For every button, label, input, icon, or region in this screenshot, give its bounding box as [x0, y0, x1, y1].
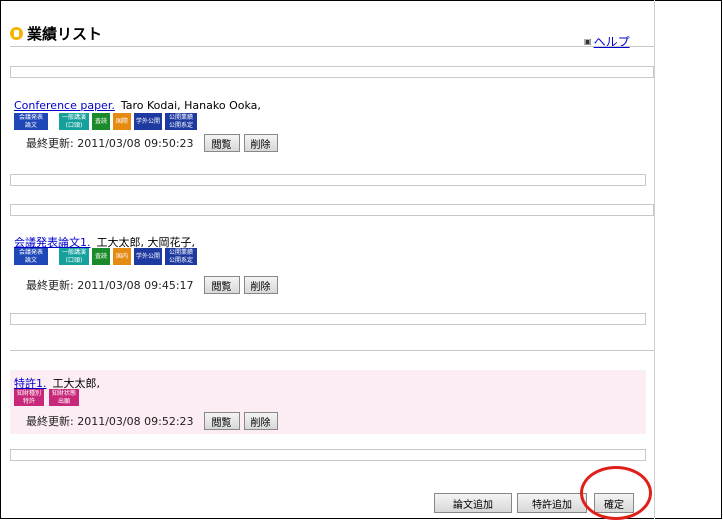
spacer-box — [10, 66, 654, 78]
badge: 公開業績 公開系定 — [165, 113, 197, 130]
updated-timestamp: 2011/03/08 09:52:23 — [77, 414, 194, 428]
view-button[interactable]: 閲覧 — [203, 412, 240, 430]
item-box — [10, 313, 646, 325]
view-button[interactable]: 閲覧 — [203, 276, 240, 294]
help-link[interactable]: ヘルプ — [594, 33, 630, 50]
header-divider — [10, 46, 654, 47]
separator-box — [10, 204, 654, 216]
help-link-container[interactable]: ▣ ヘルプ — [584, 33, 630, 50]
item-badges: 知財種別 特許 知財状態 出願 — [14, 389, 79, 406]
item-badges: 会議発表 論文 一般講演 (口頭) 査読 国際 学外公開 公開業績 公開系定 — [14, 113, 197, 130]
delete-button[interactable]: 削除 — [243, 134, 278, 152]
item-badges: 会議発表 論文 一般講演 (口頭) 査読 国内 学外公開 公開業績 公開系定 — [14, 248, 197, 265]
badge: 学外公開 — [134, 113, 162, 130]
view-button[interactable]: 閲覧 — [203, 134, 240, 152]
right-divider — [654, 0, 655, 519]
badge: 国際 — [113, 113, 131, 130]
badge: 学外公開 — [134, 248, 162, 265]
updated-timestamp: 2011/03/08 09:45:17 — [77, 278, 194, 292]
page-header: 業績リスト — [10, 22, 102, 44]
updated-label: 最終更新: — [26, 415, 74, 428]
badge: 一般講演 (口頭) — [59, 113, 89, 130]
badge: 会議発表 論文 — [14, 248, 48, 265]
badge: 国内 — [113, 248, 131, 265]
add-patent-button[interactable]: 特許追加 — [517, 493, 587, 513]
item-title-link[interactable]: Conference paper. — [14, 99, 115, 112]
item-box — [10, 174, 646, 186]
badge: 査読 — [92, 113, 110, 130]
item-updated-row: 最終更新: 2011/03/08 09:52:23 閲覧 削除 — [26, 412, 278, 430]
list-item-title-row: Conference paper. Taro Kodai, Hanako Ooka… — [14, 99, 261, 112]
delete-button[interactable]: 削除 — [243, 412, 278, 430]
item-box — [10, 449, 646, 461]
badge: 会議発表 論文 — [14, 113, 48, 130]
item-updated-row: 最終更新: 2011/03/08 09:50:23 閲覧 削除 — [26, 134, 278, 152]
updated-timestamp: 2011/03/08 09:50:23 — [77, 136, 194, 150]
add-paper-button[interactable]: 論文追加 — [434, 493, 512, 513]
badge: 公開業績 公開系定 — [165, 248, 197, 265]
delete-button[interactable]: 削除 — [243, 276, 278, 294]
item-updated-row: 最終更新: 2011/03/08 09:45:17 閲覧 削除 — [26, 276, 278, 294]
section-divider — [10, 350, 654, 351]
title-icon — [10, 26, 23, 40]
updated-label: 最終更新: — [26, 279, 74, 292]
badge: 査読 — [92, 248, 110, 265]
updated-label: 最終更新: — [26, 137, 74, 150]
badge: 一般講演 (口頭) — [59, 248, 89, 265]
highlight-circle — [580, 466, 652, 520]
help-icon: ▣ — [584, 37, 592, 46]
badge: 知財状態 出願 — [49, 389, 79, 406]
badge: 知財種別 特許 — [14, 389, 44, 406]
item-authors: Taro Kodai, Hanako Ooka, — [120, 99, 261, 112]
page-title: 業績リスト — [27, 24, 103, 43]
